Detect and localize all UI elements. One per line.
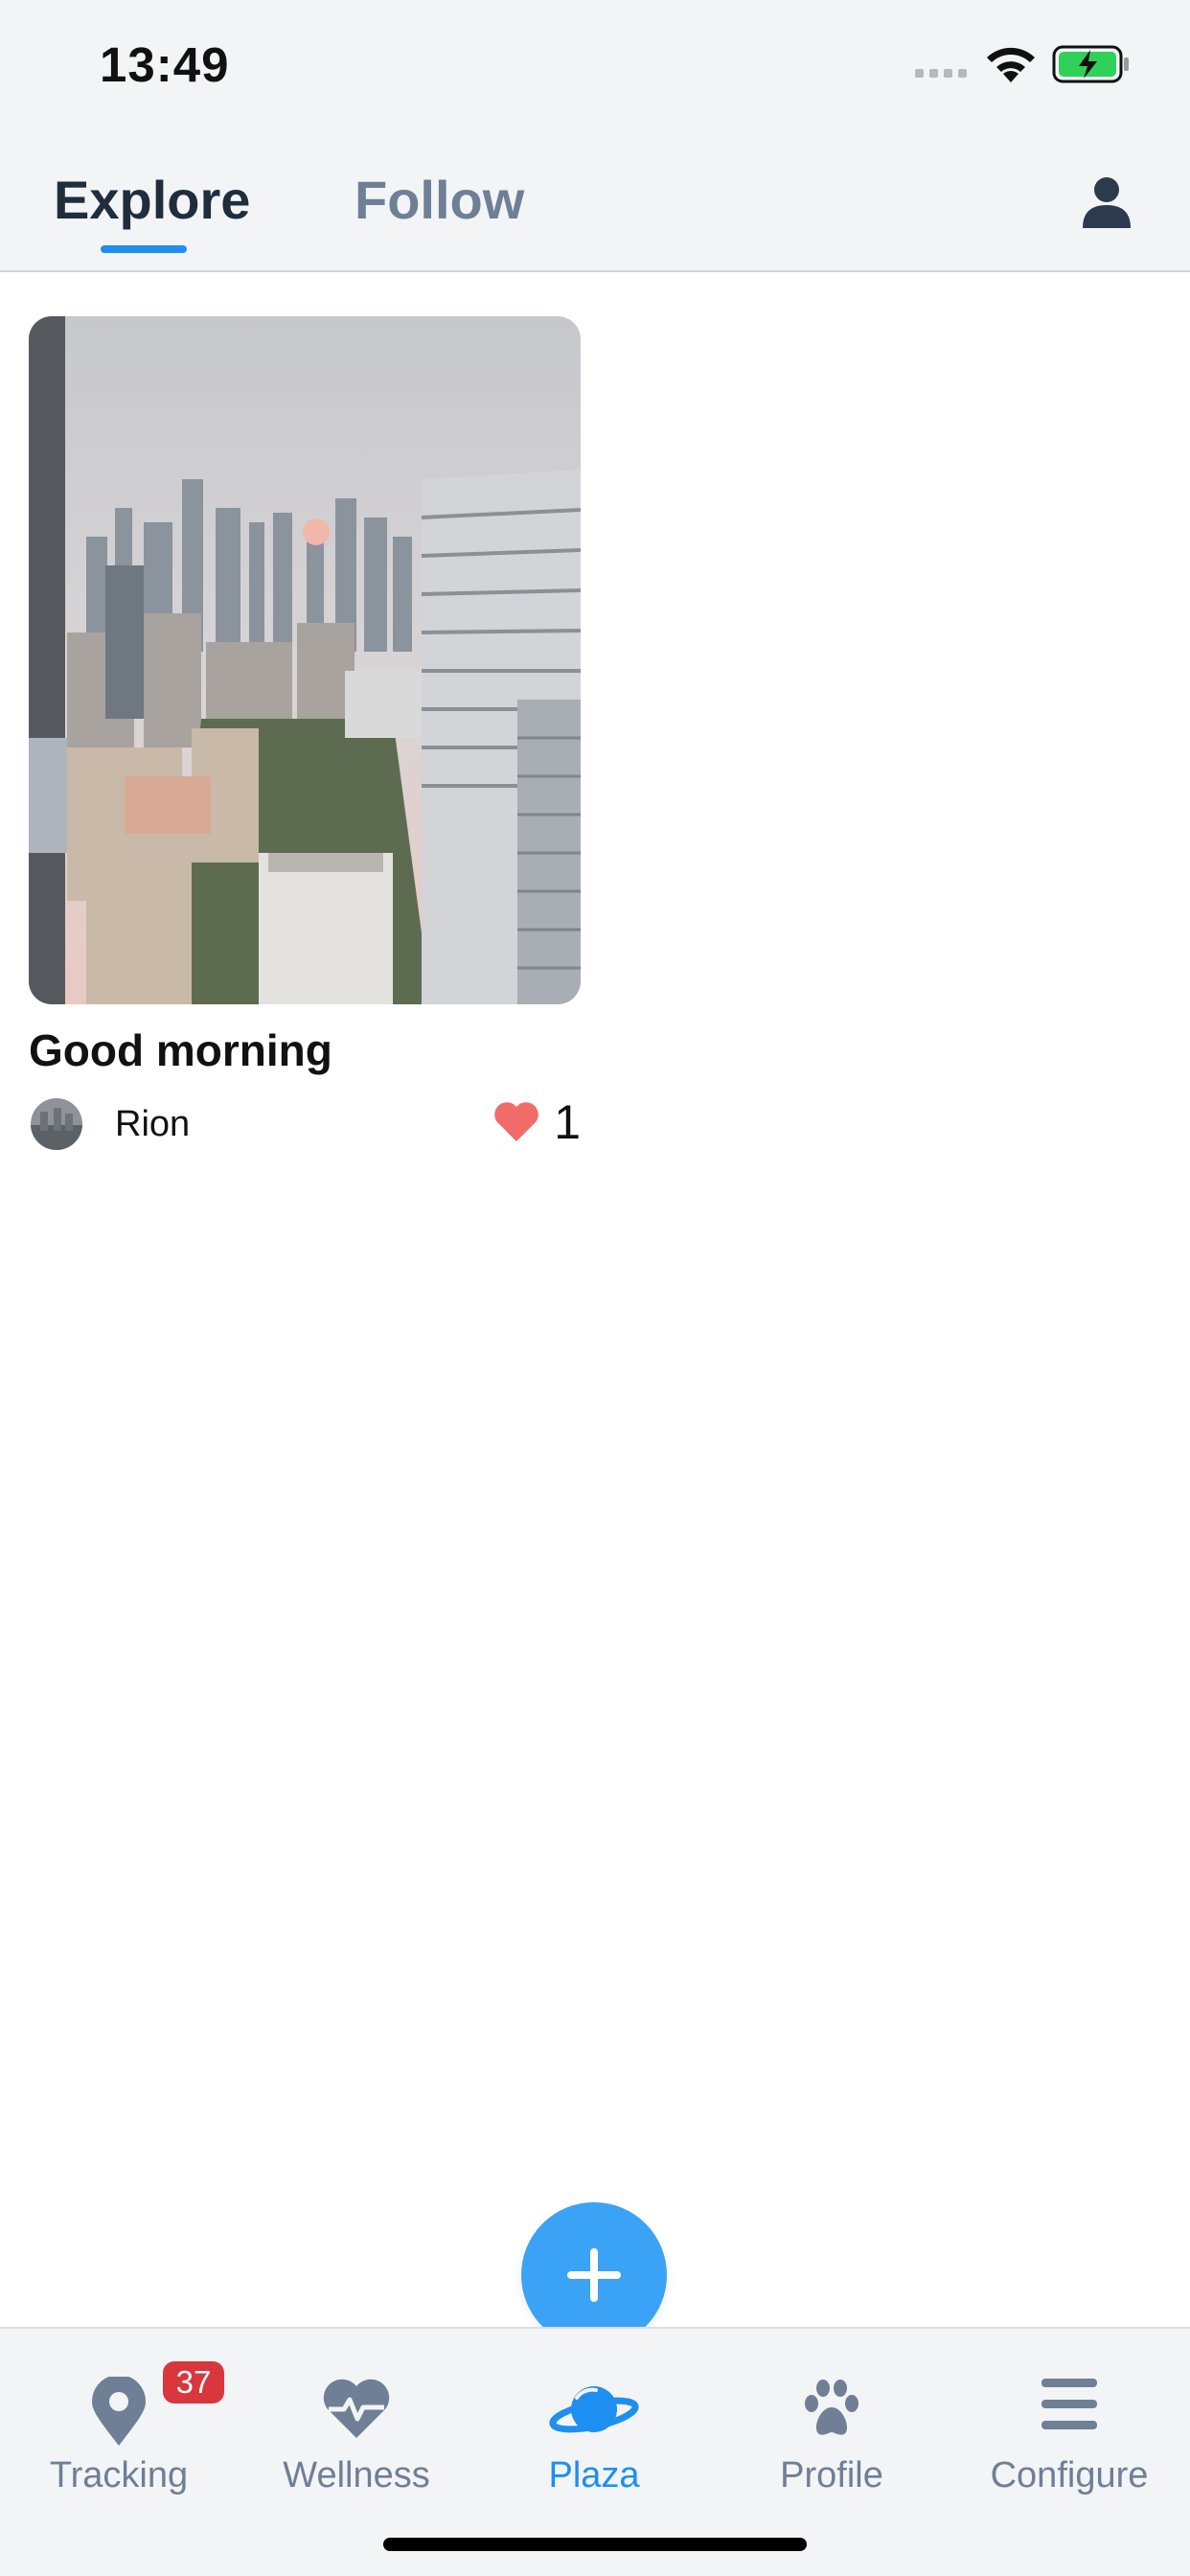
user-account-icon[interactable] bbox=[1077, 172, 1136, 232]
author-avatar[interactable] bbox=[31, 1098, 82, 1150]
heart-icon bbox=[494, 1102, 538, 1141]
tab-label-plaza: Plaza bbox=[548, 2455, 640, 2496]
tab-follow[interactable]: Follow bbox=[355, 169, 524, 231]
tracking-badge: 37 bbox=[163, 2361, 224, 2404]
status-bar: 13:49 bbox=[0, 0, 1190, 134]
tab-tracking[interactable]: 37 Tracking bbox=[0, 2329, 238, 2549]
active-tab-indicator bbox=[101, 245, 187, 253]
post-image[interactable] bbox=[29, 316, 581, 1004]
author-name[interactable]: Rion bbox=[115, 1104, 190, 1145]
plaza-screen: 13:49 Explore Follow Good morning Rion 1… bbox=[0, 0, 1190, 2576]
home-indicator bbox=[383, 2538, 807, 2551]
tab-label-tracking: Tracking bbox=[49, 2455, 189, 2496]
cellular-signal-icon bbox=[915, 69, 967, 78]
paw-icon bbox=[805, 2380, 858, 2435]
tab-plaza[interactable]: Plaza bbox=[475, 2329, 713, 2549]
menu-icon bbox=[1041, 2379, 1097, 2429]
battery-charging-icon bbox=[1052, 45, 1129, 83]
planet-icon bbox=[549, 2386, 639, 2433]
tab-configure[interactable]: Configure bbox=[950, 2329, 1188, 2549]
tab-label-configure: Configure bbox=[990, 2455, 1149, 2496]
tab-explore[interactable]: Explore bbox=[54, 169, 250, 231]
top-tab-bar: Explore Follow bbox=[0, 134, 1190, 272]
wifi-icon bbox=[987, 47, 1035, 82]
post-meta: Rion 1 bbox=[29, 1094, 581, 1156]
tab-label-wellness: Wellness bbox=[283, 2455, 430, 2496]
like-count: 1 bbox=[554, 1095, 581, 1149]
tab-profile[interactable]: Profile bbox=[713, 2329, 950, 2549]
like-button[interactable]: 1 bbox=[492, 1094, 581, 1150]
tab-label-profile: Profile bbox=[780, 2455, 883, 2496]
tab-wellness[interactable]: Wellness bbox=[238, 2329, 475, 2549]
heart-pulse-icon bbox=[323, 2379, 390, 2438]
status-time: 13:49 bbox=[100, 37, 230, 92]
map-pin-icon bbox=[92, 2377, 146, 2446]
post-title[interactable]: Good morning bbox=[29, 1024, 581, 1077]
post-card[interactable]: Good morning Rion 1 bbox=[29, 316, 581, 1156]
plus-icon bbox=[567, 2248, 621, 2302]
